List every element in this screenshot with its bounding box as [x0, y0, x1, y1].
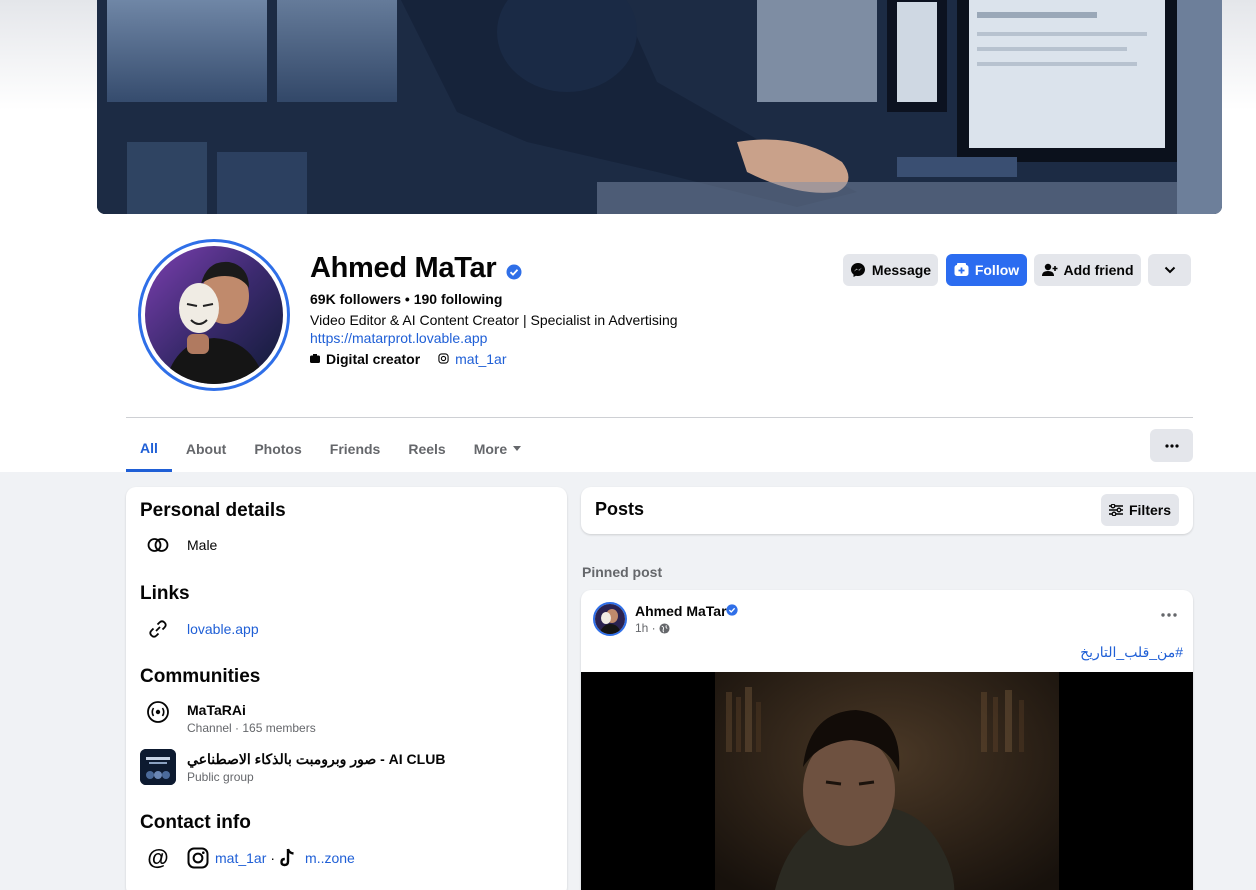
- follow-button[interactable]: Follow: [946, 254, 1027, 286]
- more-dots-icon: [1164, 443, 1179, 448]
- pinned-post-card: Ahmed MaTar 1h · #من_قلب_التاريخ: [581, 590, 1193, 890]
- add-friend-button[interactable]: Add friend: [1034, 254, 1141, 286]
- group-sub: Public group: [187, 770, 254, 784]
- tab-about[interactable]: About: [172, 427, 240, 471]
- post-author-name[interactable]: Ahmed MaTar: [635, 603, 727, 619]
- follower-stats[interactable]: 69K followers • 190 following: [310, 291, 502, 307]
- filters-label: Filters: [1128, 502, 1171, 518]
- post-time-label: 1h ·: [635, 621, 656, 635]
- posts-title: Posts: [595, 499, 645, 519]
- contact-row: mat_1ar · m..zone: [187, 847, 355, 869]
- filters-icon: [1108, 504, 1123, 516]
- profile-name: Ahmed MaTar: [310, 252, 497, 284]
- contact-instagram-link[interactable]: mat_1ar: [215, 850, 266, 866]
- caret-down-icon: [513, 446, 522, 451]
- tab-more[interactable]: More: [460, 427, 535, 471]
- group-thumbnail[interactable]: [140, 749, 176, 785]
- instagram-icon: [438, 351, 449, 367]
- channel-icon: [146, 700, 170, 724]
- post-video[interactable]: [581, 672, 1193, 890]
- email-icon: @: [147, 845, 169, 870]
- instagram-handle-link[interactable]: mat_1ar: [455, 351, 506, 367]
- verified-badge-icon: [506, 264, 522, 280]
- tiktok-icon: [280, 848, 294, 867]
- message-label: Message: [871, 262, 932, 278]
- follow-icon: [954, 263, 969, 276]
- follow-label: Follow: [974, 262, 1020, 278]
- profile-dropdown-button[interactable]: [1148, 254, 1191, 286]
- tab-all-label: All: [140, 440, 158, 456]
- tab-about-label: About: [185, 441, 227, 457]
- post-author-avatar[interactable]: [593, 602, 627, 636]
- tab-photos[interactable]: Photos: [240, 427, 315, 471]
- tab-photos-label: Photos: [254, 441, 302, 457]
- profile-tabs: All About Photos Friends Reels More: [126, 427, 535, 472]
- instagram-icon: [187, 847, 209, 869]
- gender-icon: [146, 533, 170, 557]
- profile-link[interactable]: lovable.app: [187, 621, 259, 637]
- more-options-button[interactable]: [1150, 429, 1193, 462]
- chevron-down-icon: [1164, 266, 1175, 274]
- profile-category: Digital creator: [326, 351, 421, 367]
- link-icon: [146, 617, 170, 641]
- add-friend-icon: [1041, 263, 1057, 276]
- tab-friends[interactable]: Friends: [316, 427, 395, 471]
- contact-tiktok-link[interactable]: m..zone: [305, 850, 355, 866]
- posts-header-card: Posts Filters: [581, 487, 1193, 534]
- pinned-post-label: Pinned post: [582, 564, 663, 580]
- community-name[interactable]: MaTaRAi: [187, 702, 246, 718]
- header-divider: [126, 417, 1193, 418]
- message-button[interactable]: Message: [843, 254, 938, 286]
- tab-reels[interactable]: Reels: [394, 427, 459, 471]
- profile-avatar[interactable]: [138, 239, 290, 391]
- post-timestamp[interactable]: 1h ·: [635, 621, 670, 635]
- filters-button[interactable]: Filters: [1101, 494, 1179, 526]
- globe-icon: [659, 622, 670, 634]
- tab-more-label: More: [473, 441, 508, 457]
- contact-separator: ·: [270, 850, 276, 866]
- cover-photo[interactable]: [97, 0, 1222, 214]
- avatar-image: [145, 246, 283, 384]
- contact-info-title: Contact info: [140, 812, 251, 833]
- tab-reels-label: Reels: [408, 441, 446, 457]
- tab-friends-label: Friends: [329, 441, 381, 457]
- tab-all[interactable]: All: [126, 427, 172, 472]
- profile-meta-row: Digital creator mat_1ar: [310, 351, 507, 367]
- group-name[interactable]: صور وبرومبت بالذكاء الاصطناعي - AI CLUB: [187, 751, 445, 768]
- community-sub: Channel · 165 members: [187, 721, 316, 735]
- post-options-button[interactable]: [1161, 604, 1177, 622]
- verified-badge-icon: [726, 604, 738, 616]
- category-icon: [310, 351, 320, 367]
- post-hashtag-link[interactable]: #من_قلب_التاريخ: [1080, 644, 1183, 661]
- more-dots-icon: [1161, 613, 1177, 617]
- intro-card: Personal details Male Links lovable.app …: [126, 487, 567, 890]
- gender-value: Male: [187, 537, 218, 553]
- messenger-icon: [850, 263, 865, 277]
- website-link[interactable]: https://matarprot.lovable.app: [310, 330, 487, 346]
- profile-bio: Video Editor & AI Content Creator | Spec…: [310, 312, 678, 328]
- communities-title: Communities: [140, 666, 261, 687]
- add-friend-label: Add friend: [1063, 262, 1134, 278]
- personal-details-title: Personal details: [140, 500, 286, 521]
- links-title: Links: [140, 583, 190, 604]
